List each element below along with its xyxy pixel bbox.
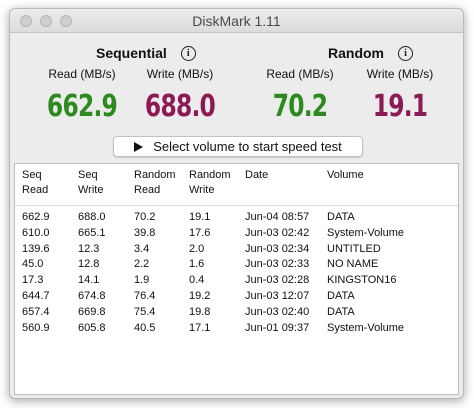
- play-icon: [134, 141, 144, 152]
- rand-write-label: Write (MB/s): [366, 67, 434, 81]
- rand-write-value: 19.1: [372, 89, 428, 124]
- cell-random-read: 70.2: [134, 211, 156, 223]
- cell-seq-read: 662.9: [22, 211, 50, 223]
- cell-volume: System-Volume: [327, 321, 405, 334]
- cell-seq-read: 610.0: [22, 226, 50, 239]
- diskmark-window: DiskMark 1.11 Sequential i Read (MB/s) W…: [9, 8, 464, 399]
- table-row[interactable]: 139.6 12.3 3.4 2.0 Jun-03 02:34 UNTITLED: [15, 242, 458, 258]
- cell-date: Jun-03 02:33: [245, 258, 310, 271]
- cell-volume: DATA: [327, 289, 355, 302]
- cell-random-read: 76.4: [134, 289, 156, 302]
- random-heading: Random i: [328, 45, 413, 61]
- cell-volume: UNTITLED: [327, 242, 381, 255]
- header-date[interactable]: Date: [245, 168, 268, 183]
- cell-random-write: 17.1: [189, 321, 211, 334]
- results-table[interactable]: Seq Read Seq Write Random Read Random Wr…: [14, 163, 459, 395]
- cell-random-read: 39.8: [134, 226, 156, 239]
- cell-random-write: 17.6: [189, 226, 211, 239]
- cell-seq-read: 644.7: [22, 289, 50, 302]
- seq-write-label: Write (MB/s): [146, 67, 214, 81]
- sequential-heading: Sequential i: [96, 45, 196, 61]
- cell-date: Jun-03 02:28: [245, 274, 310, 287]
- header-volume[interactable]: Volume: [327, 168, 364, 183]
- header-seq-write[interactable]: Seq Write: [78, 168, 103, 198]
- start-speed-test-button[interactable]: Select volume to start speed test: [113, 136, 363, 157]
- cell-seq-write: 12.3: [78, 242, 100, 255]
- sequential-info-icon[interactable]: i: [180, 45, 196, 61]
- table-body: 662.9 688.0 70.2 19.1 Jun-04 08:57 DATA 610.0 6…: [15, 210, 458, 336]
- table-row[interactable]: 644.7 674.8 76.4 19.2 Jun-03 12:07 DATA: [15, 289, 458, 305]
- cell-date: Jun-04 08:57: [245, 211, 310, 223]
- cell-volume: NO NAME: [327, 258, 379, 271]
- cell-volume: System-Volume: [327, 226, 405, 239]
- table-row[interactable]: 17.3 14.1 1.9 0.4 Jun-03 02:28 KINGSTON16: [15, 273, 458, 289]
- header-seq-read[interactable]: Seq Read: [22, 168, 48, 198]
- cell-seq-read: 45.0: [22, 258, 44, 271]
- cell-random-read: 2.2: [134, 258, 150, 271]
- cell-date: Jun-01 09:37: [245, 321, 310, 334]
- table-row[interactable]: 657.4 669.8 75.4 19.8 Jun-03 02:40 DATA: [15, 305, 458, 321]
- title-bar: DiskMark 1.11: [10, 9, 463, 33]
- cell-seq-write: 674.8: [78, 289, 106, 302]
- table-row[interactable]: 45.0 12.8 2.2 1.6 Jun-03 02:33 NO NAME: [15, 257, 458, 273]
- cell-seq-read: 17.3: [22, 274, 44, 287]
- cell-random-write: 19.2: [189, 289, 211, 302]
- header-random-write[interactable]: Random Write: [189, 168, 231, 198]
- cell-date: Jun-03 02:42: [245, 226, 310, 239]
- cell-volume: KINGSTON16: [327, 274, 397, 287]
- cell-seq-read: 657.4: [22, 305, 50, 318]
- table-row[interactable]: 610.0 665.1 39.8 17.6 Jun-03 02:42 System-Vol…: [15, 226, 458, 242]
- seq-read-label: Read (MB/s): [48, 67, 116, 81]
- cell-random-read: 3.4: [134, 242, 150, 255]
- cell-random-read: 40.5: [134, 321, 156, 334]
- cell-seq-write: 12.8: [78, 258, 100, 271]
- table-header: Seq Read Seq Write Random Read Random Wr…: [15, 164, 458, 206]
- cell-seq-read: 139.6: [22, 242, 50, 255]
- cell-seq-write: 688.0: [78, 211, 106, 223]
- sequential-heading-label: Sequential: [96, 45, 167, 61]
- cell-random-read: 75.4: [134, 305, 156, 318]
- cell-random-write: 0.4: [189, 274, 205, 287]
- seq-read-value: 662.9: [46, 89, 118, 124]
- seq-write-value: 688.0: [144, 89, 216, 124]
- random-heading-label: Random: [328, 45, 384, 61]
- cell-volume: DATA: [327, 211, 355, 223]
- cell-random-write: 2.0: [189, 242, 205, 255]
- cell-date: Jun-03 12:07: [245, 289, 310, 302]
- random-info-icon[interactable]: i: [398, 45, 413, 61]
- rand-read-value: 70.2: [272, 89, 328, 124]
- rand-read-label: Read (MB/s): [266, 67, 334, 81]
- cell-seq-write: 14.1: [78, 274, 100, 287]
- cell-seq-write: 605.8: [78, 321, 106, 334]
- cell-random-write: 1.6: [189, 258, 205, 271]
- header-random-read[interactable]: Random Read: [134, 168, 176, 198]
- cell-volume: DATA: [327, 305, 355, 318]
- window-title: DiskMark 1.11: [192, 13, 281, 29]
- table-row[interactable]: 560.9 605.8 40.5 17.1 Jun-01 09:37 System-Vol…: [15, 321, 458, 337]
- cell-random-write: 19.8: [189, 305, 211, 318]
- cell-date: Jun-03 02:34: [245, 242, 310, 255]
- cell-seq-write: 665.1: [78, 226, 106, 239]
- cell-date: Jun-03 02:40: [245, 305, 310, 318]
- start-speed-test-label: Select volume to start speed test: [153, 139, 342, 154]
- cell-random-read: 1.9: [134, 274, 150, 287]
- cell-seq-write: 669.8: [78, 305, 106, 318]
- cell-seq-read: 560.9: [22, 321, 50, 334]
- table-row[interactable]: 662.9 688.0 70.2 19.1 Jun-04 08:57 DATA: [15, 210, 458, 226]
- cell-random-write: 19.1: [189, 211, 211, 223]
